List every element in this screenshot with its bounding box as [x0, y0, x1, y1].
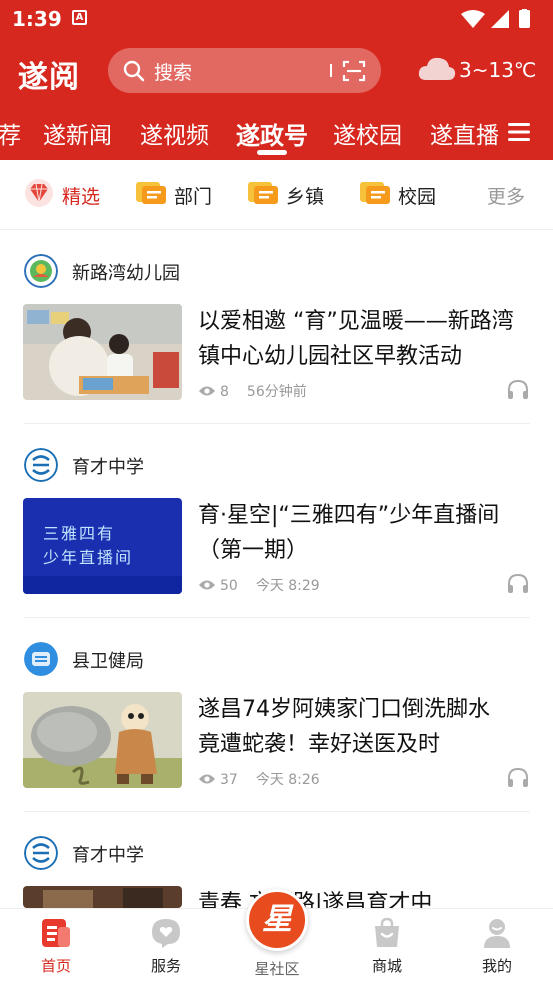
folder-icon [360, 182, 390, 204]
eye-icon [199, 580, 215, 590]
title-line: （第一期） [198, 538, 309, 563]
folder-icon [136, 182, 166, 204]
article-meta: 50 今天 8:29 [198, 575, 320, 595]
headphones-icon[interactable] [506, 572, 530, 594]
source-name[interactable]: 县卫健局 [72, 647, 144, 673]
wifi-icon [461, 10, 485, 28]
headphones-icon[interactable] [506, 378, 530, 400]
title-line: 育·星空|“三雅四有”少年直播间 [198, 503, 500, 528]
weather-temp: 3~13℃ [459, 58, 537, 82]
menu-icon[interactable] [508, 122, 530, 142]
cloud-icon [418, 57, 456, 80]
nav-home[interactable]: 首页 [16, 909, 96, 984]
source-avatar[interactable] [24, 642, 58, 676]
view-count: 8 [220, 384, 229, 400]
nav-label: 服务 [150, 957, 181, 975]
service-heart-icon [152, 919, 180, 948]
publish-time: 今天 8:26 [255, 772, 320, 788]
eye-icon [199, 774, 215, 784]
home-news-icon [42, 919, 70, 947]
thumb-text: 三雅四有 [43, 524, 116, 543]
status-time: 1:39 [12, 7, 62, 31]
nav-profile[interactable]: 我的 [457, 909, 537, 984]
search-icon [123, 60, 145, 82]
nav-label: 星社区 [254, 960, 300, 978]
tab-recommend[interactable]: 荐 [0, 116, 21, 150]
source-avatar[interactable] [24, 448, 58, 482]
article-thumbnail[interactable] [23, 304, 182, 400]
thumb-decor [23, 576, 182, 594]
shopping-bag-icon [375, 917, 399, 947]
search-bar[interactable]: 搜索 [108, 48, 381, 93]
star-community-icon[interactable]: 星 [246, 889, 308, 951]
subcat-label: 精选 [62, 186, 101, 208]
nav-label: 首页 [40, 957, 71, 975]
thumb-text: 少年直播间 [43, 548, 134, 567]
article-thumbnail[interactable] [23, 692, 182, 788]
user-profile-icon [484, 919, 510, 948]
subcat-label: 乡镇 [286, 186, 325, 208]
scan-icon[interactable] [342, 59, 366, 83]
title-line: 遂昌74岁阿姨家门口倒洗脚水 [198, 697, 490, 722]
view-count: 37 [220, 772, 238, 788]
article-title[interactable]: 以爱相邀 “育”见温暖——新路湾 镇中心幼儿园社区早教活动 [198, 304, 538, 374]
subcat-label: 校园 [398, 186, 437, 208]
tab-gov[interactable]: 遂政号 [236, 116, 308, 151]
sub-categories: 精选 部门 乡镇 校园 更多 [0, 160, 553, 230]
article-thumbnail[interactable]: 三雅四有 少年直播间 [23, 498, 182, 594]
article-meta: 37 今天 8:26 [198, 769, 320, 789]
divider [24, 617, 530, 618]
app-notification-icon: A [72, 10, 87, 25]
tab-campus[interactable]: 遂校园 [333, 116, 402, 150]
search-placeholder: 搜索 [154, 62, 193, 84]
article-thumbnail[interactable] [23, 886, 182, 908]
tab-video[interactable]: 遂视频 [140, 116, 209, 150]
nav-label: 我的 [481, 957, 512, 975]
publish-time: 今天 8:29 [255, 578, 320, 594]
app-screen: 1:39 A 遂阅 搜索 3~13℃ 荐 遂新闻 遂视频 遂政号 遂校园 遂直播… [0, 0, 553, 984]
article-title[interactable]: 遂昌74岁阿姨家门口倒洗脚水 竟遭蛇袭！幸好送医及时 [198, 692, 538, 762]
source-avatar[interactable] [24, 254, 58, 288]
battery-icon [519, 10, 530, 28]
active-tab-indicator [257, 150, 287, 155]
tab-news[interactable]: 遂新闻 [43, 116, 112, 150]
diamond-icon [25, 179, 53, 207]
article-meta: 8 56分钟前 [198, 381, 307, 401]
subcat-label: 部门 [174, 186, 213, 208]
source-name[interactable]: 新路湾幼儿园 [72, 259, 180, 285]
header: 1:39 A 遂阅 搜索 3~13℃ 荐 遂新闻 遂视频 遂政号 遂校园 遂直播 [0, 0, 553, 160]
divider [24, 811, 530, 812]
divider [24, 423, 530, 424]
search-divider [330, 64, 332, 77]
title-line: 以爱相邀 “育”见温暖——新路湾 [198, 309, 514, 334]
bottom-nav: 首页 服务 星 星社区 商城 我的 [0, 889, 553, 984]
status-bar: 1:39 A [0, 0, 553, 36]
status-icons [461, 9, 530, 28]
folder-icon [248, 182, 278, 204]
app-logo[interactable]: 遂阅 [18, 52, 80, 96]
title-line: 镇中心幼儿园社区早教活动 [198, 344, 463, 369]
nav-service[interactable]: 服务 [126, 909, 206, 984]
nav-label: 商城 [371, 957, 402, 975]
signal-icon [491, 10, 509, 28]
more-button[interactable]: 更多 [487, 182, 525, 209]
article-title[interactable]: 育·星空|“三雅四有”少年直播间 （第一期） [198, 498, 538, 568]
source-avatar[interactable] [24, 836, 58, 870]
nav-mall[interactable]: 商城 [347, 909, 427, 984]
channel-tabs: 荐 遂新闻 遂视频 遂政号 遂校园 遂直播 [0, 110, 553, 160]
source-name[interactable]: 育才中学 [72, 841, 144, 867]
eye-icon [199, 386, 215, 396]
publish-time: 56分钟前 [246, 384, 307, 400]
tab-live[interactable]: 遂直播 [430, 116, 499, 150]
view-count: 50 [220, 578, 238, 594]
headphones-icon[interactable] [506, 766, 530, 788]
title-line: 竟遭蛇袭！幸好送医及时 [198, 732, 441, 757]
source-name[interactable]: 育才中学 [72, 453, 144, 479]
